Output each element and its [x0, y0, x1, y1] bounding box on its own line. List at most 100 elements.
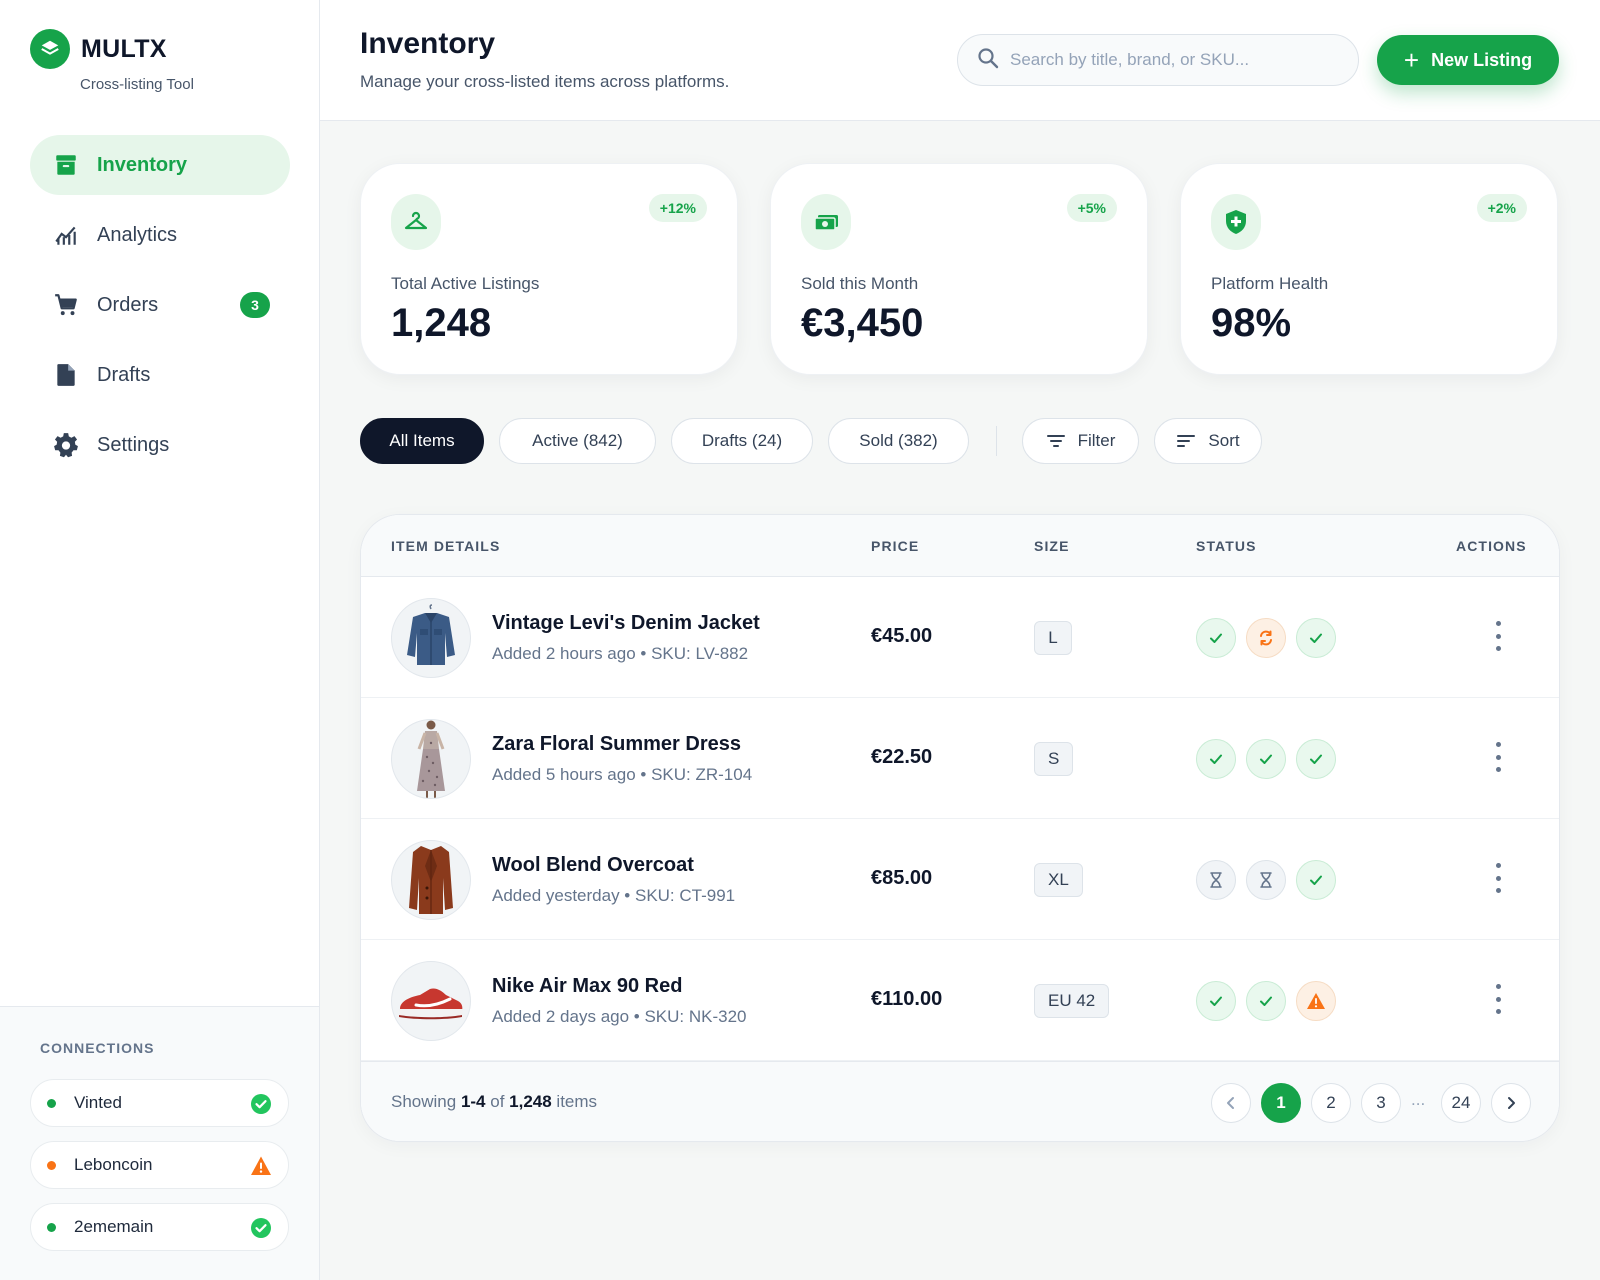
sort-button[interactable]: Sort — [1154, 418, 1262, 464]
status-check-icon[interactable] — [1296, 739, 1336, 779]
status-dot — [47, 1160, 56, 1170]
status-hourglass-icon[interactable] — [1196, 860, 1236, 900]
more-actions-icon[interactable] — [1493, 621, 1503, 651]
item-meta: Added 2 days ago • SKU: NK-320 — [492, 1007, 747, 1026]
nav-label: Settings — [97, 433, 170, 456]
status-check-icon[interactable] — [1246, 739, 1286, 779]
more-actions-icon[interactable] — [1493, 984, 1503, 1014]
column-header: PRICE — [871, 538, 920, 554]
platform-statuses — [1196, 739, 1346, 779]
new-listing-button[interactable]: + New Listing — [1377, 35, 1559, 85]
status-check-icon[interactable] — [1296, 860, 1336, 900]
nav-label: Analytics — [97, 223, 178, 246]
table-header: ITEM DETAILS PRICE SIZE STATUS ACTIONS — [361, 515, 1559, 577]
nav-item-analytics[interactable]: Analytics — [30, 205, 290, 265]
connection-leboncoin[interactable]: Leboncoin — [30, 1141, 289, 1189]
tab-drafts[interactable]: Drafts (24) — [671, 418, 813, 464]
size-badge: EU 42 — [1034, 984, 1110, 1018]
warning-icon — [250, 1155, 272, 1177]
new-listing-label: New Listing — [1431, 49, 1533, 70]
item-price: €22.50 — [871, 746, 933, 768]
status-check-icon[interactable] — [1196, 739, 1236, 779]
connection-2ememain[interactable]: 2ememain — [30, 1203, 289, 1251]
stat-label: Total Active Listings — [391, 274, 540, 293]
item-title[interactable]: Vintage Levi's Denim Jacket — [492, 612, 760, 635]
stat-card-sold-month: +5% Sold this Month €3,450 — [770, 163, 1148, 375]
stat-delta: +5% — [1066, 194, 1117, 222]
cash-icon — [801, 194, 851, 250]
orders-badge: 3 — [240, 292, 270, 318]
status-check-icon[interactable] — [1196, 618, 1236, 658]
platform-statuses — [1196, 981, 1346, 1021]
table-row[interactable]: Vintage Levi's Denim Jacket Added 2 hour… — [361, 577, 1559, 698]
page-button-2[interactable]: 2 — [1311, 1083, 1351, 1123]
item-title[interactable]: Nike Air Max 90 Red — [492, 975, 682, 998]
item-title[interactable]: Wool Blend Overcoat — [492, 854, 694, 877]
top-header: Inventory Manage your cross-listed items… — [320, 0, 1600, 121]
main-nav: Inventory Analytics Orders 3 Drafts Sett… — [30, 135, 290, 485]
tab-active[interactable]: Active (842) — [499, 418, 656, 464]
stat-delta: +12% — [648, 194, 707, 222]
nav-item-orders[interactable]: Orders 3 — [30, 275, 290, 335]
nav-item-settings[interactable]: Settings — [30, 415, 290, 475]
item-thumbnail — [391, 961, 471, 1041]
status-dot — [47, 1222, 56, 1232]
chevron-left-icon — [1227, 1097, 1234, 1109]
size-badge: S — [1034, 742, 1074, 776]
status-warning-icon[interactable] — [1296, 981, 1336, 1021]
item-meta: Added 5 hours ago • SKU: ZR-104 — [492, 765, 753, 784]
item-price: €85.00 — [871, 867, 933, 889]
tab-all-items[interactable]: All Items — [360, 418, 484, 464]
brand-subtitle: Cross-listing Tool — [80, 76, 194, 93]
tab-sold[interactable]: Sold (382) — [828, 418, 969, 464]
item-price: €110.00 — [871, 988, 943, 1010]
item-price: €45.00 — [871, 625, 933, 647]
brand-name: MULTX — [81, 34, 167, 63]
nav-item-inventory[interactable]: Inventory — [30, 135, 290, 195]
check-icon — [250, 1093, 272, 1115]
search-input[interactable] — [1010, 50, 1340, 70]
connection-vinted[interactable]: Vinted — [30, 1079, 289, 1127]
search-bar[interactable] — [957, 34, 1359, 86]
size-badge: L — [1034, 621, 1072, 655]
table-row[interactable]: Zara Floral Summer Dress Added 5 hours a… — [361, 698, 1559, 819]
table-row[interactable]: Wool Blend Overcoat Added yesterday • SK… — [361, 819, 1559, 940]
stat-card-active-listings: +12% Total Active Listings 1,248 — [360, 163, 738, 375]
page-button-3[interactable]: 3 — [1361, 1083, 1401, 1123]
nav-item-drafts[interactable]: Drafts — [30, 345, 290, 405]
archive-icon — [52, 151, 80, 179]
page-button-24[interactable]: 24 — [1441, 1083, 1481, 1123]
status-check-icon[interactable] — [1246, 981, 1286, 1021]
status-hourglass-icon[interactable] — [1246, 860, 1286, 900]
next-page-button[interactable] — [1491, 1083, 1531, 1123]
more-actions-icon[interactable] — [1493, 863, 1503, 893]
prev-page-button[interactable] — [1211, 1083, 1251, 1123]
sort-icon — [1177, 435, 1196, 447]
shield-icon — [1211, 194, 1261, 250]
analytics-icon — [52, 221, 80, 249]
sort-label: Sort — [1208, 431, 1240, 450]
table-row[interactable]: Nike Air Max 90 Red Added 2 days ago • S… — [361, 940, 1559, 1061]
page-button-1[interactable]: 1 — [1261, 1083, 1301, 1123]
page-subtitle: Manage your cross-listed items across pl… — [360, 72, 730, 91]
stat-value: 1,248 — [391, 301, 492, 345]
status-check-icon[interactable] — [1296, 618, 1336, 658]
column-header: STATUS — [1196, 538, 1257, 554]
status-sync-icon[interactable] — [1246, 618, 1286, 658]
column-header: ACTIONS — [1456, 538, 1527, 554]
item-meta: Added yesterday • SKU: CT-991 — [492, 886, 736, 905]
platform-statuses — [1196, 860, 1346, 900]
status-check-icon[interactable] — [1196, 981, 1236, 1021]
stat-label: Sold this Month — [801, 274, 919, 293]
item-thumbnail — [391, 719, 471, 799]
filter-button[interactable]: Filter — [1022, 418, 1139, 464]
item-title[interactable]: Zara Floral Summer Dress — [492, 733, 741, 756]
brand[interactable]: MULTX — [30, 29, 167, 69]
more-actions-icon[interactable] — [1493, 742, 1503, 772]
stat-card-platform-health: +2% Platform Health 98% — [1180, 163, 1558, 375]
nav-label: Orders — [97, 293, 159, 316]
sidebar: MULTX Cross-listing Tool Inventory Analy… — [0, 0, 320, 1280]
column-header: SIZE — [1034, 538, 1070, 554]
logo-icon — [30, 29, 70, 69]
page-title: Inventory — [360, 27, 496, 60]
